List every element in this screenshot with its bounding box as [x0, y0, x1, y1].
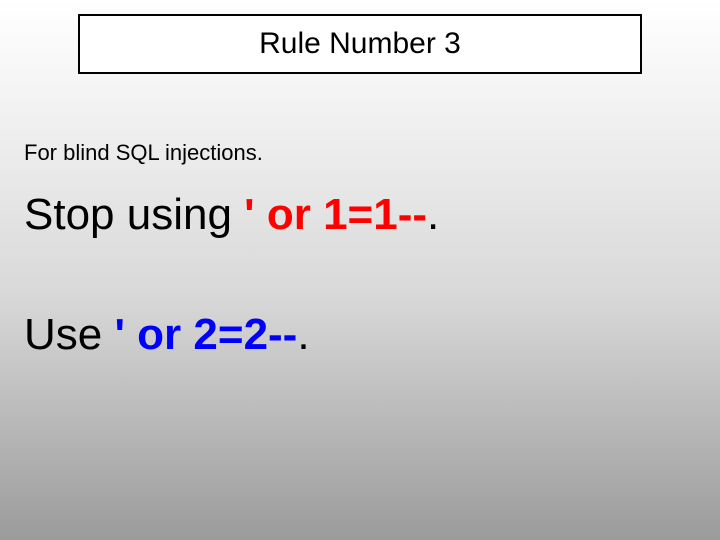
line1-highlight: ' or 1=1--	[244, 190, 427, 239]
line1-suffix: .	[427, 190, 439, 239]
line2-prefix: Use	[24, 310, 114, 359]
body-line-1: Stop using ' or 1=1--.	[24, 190, 439, 240]
title-box: Rule Number 3	[78, 14, 642, 74]
line2-suffix: .	[297, 310, 309, 359]
line1-prefix: Stop using	[24, 190, 244, 239]
body-line-2: Use ' or 2=2--.	[24, 310, 310, 360]
line2-highlight: ' or 2=2--	[114, 310, 297, 359]
slide-title: Rule Number 3	[259, 27, 461, 61]
subtitle-text: For blind SQL injections.	[24, 140, 263, 166]
slide: Rule Number 3 For blind SQL injections. …	[0, 0, 720, 540]
